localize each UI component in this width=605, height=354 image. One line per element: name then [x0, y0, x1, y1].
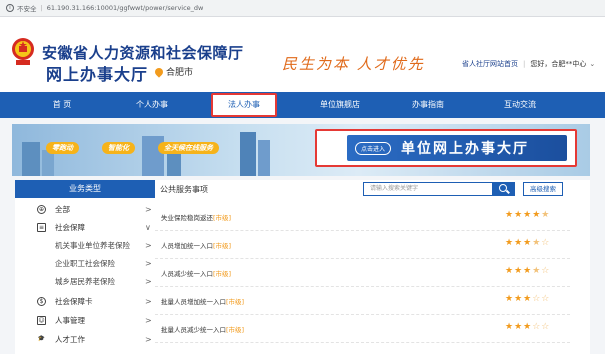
user-greeting[interactable]: 您好，合肥**中心: [530, 59, 586, 69]
site-title: 安徽省人力资源和社会保障厅: [42, 44, 244, 62]
corporate-hall-entry[interactable]: 点击进入 单位网上办事大厅: [315, 129, 577, 167]
sidebar-subitem-enterprise-insurance[interactable]: 企业职工社会保险 >: [15, 254, 155, 272]
chevron-right-icon: >: [145, 258, 152, 268]
info-icon[interactable]: i: [6, 4, 14, 12]
browser-address-bar[interactable]: i 不安全 | 61.190.31.166:10001/ggfwwt/power…: [0, 0, 605, 17]
sidebar-item-talent[interactable]: 🎓 人才工作 >: [15, 330, 155, 348]
nav-guide[interactable]: 办事指南: [388, 92, 468, 118]
rating-stars: ★★★☆☆: [505, 294, 551, 304]
search-input[interactable]: 请输入搜索关键字: [363, 182, 493, 196]
nav-home[interactable]: 首 页: [22, 92, 102, 118]
section-title: 公共服务事项: [160, 185, 208, 194]
sidebar-item-label: 社会保障: [55, 222, 85, 232]
chevron-down-icon[interactable]: ⌄: [589, 60, 595, 68]
security-label: 不安全: [17, 5, 37, 13]
location-pin-icon: [153, 65, 165, 78]
sidebar-item-social-security[interactable]: ≡ 社会保障 ∨: [15, 218, 155, 236]
service-row[interactable]: 人员减少统一入口[市级] ★★★★☆: [155, 259, 570, 287]
person-icon: ☺: [37, 315, 46, 325]
rating-stars: ★★★★★: [505, 210, 551, 220]
sidebar-item-label: 人事管理: [55, 315, 85, 325]
sidebar-item-ssc-card[interactable]: $ 社会保障卡 >: [15, 292, 155, 310]
service-row[interactable]: 批量人员减少统一入口[市级] ★★★☆☆: [155, 315, 570, 343]
hall-button-panel: 点击进入 单位网上办事大厅: [347, 135, 567, 161]
nav-corporate[interactable]: 法人办事: [211, 93, 277, 117]
banner-tag: 零跑动: [46, 142, 79, 154]
ssc-card-icon: $: [37, 296, 46, 306]
nav-flagship[interactable]: 单位旗舰店: [300, 92, 380, 118]
service-name[interactable]: 人员减少统一入口[市级]: [161, 268, 231, 278]
slogan: 民生为本 人才优先: [282, 55, 425, 73]
sidebar-item-all[interactable]: ⊕ 全部 >: [15, 200, 155, 218]
sidebar-item-label: 社会保障卡: [55, 296, 93, 306]
banner-tag: 智能化: [102, 142, 135, 154]
chevron-right-icon: >: [145, 315, 152, 325]
home-link[interactable]: 省人社厅网站首页: [462, 59, 518, 69]
search-button[interactable]: [493, 182, 515, 196]
sidebar-item-personnel[interactable]: ☺ 人事管理 >: [15, 311, 155, 329]
sidebar-item-label: 人才工作: [55, 334, 85, 344]
chevron-right-icon: >: [145, 276, 152, 286]
card-icon: ≡: [37, 222, 46, 232]
sidebar-subitem-resident-pension[interactable]: 城乡居民养老保险 >: [15, 272, 155, 290]
banner: 零跑动 智能化 全天候在线服务 点击进入 单位网上办事大厅: [12, 124, 590, 176]
globe-icon: ⊕: [37, 204, 46, 214]
service-row[interactable]: 失业保险稳岗返还[市级] ★★★★★: [155, 203, 570, 231]
service-name[interactable]: 人员增加统一入口[市级]: [161, 240, 231, 250]
main-nav: 首 页 个人办事 法人办事 单位旗舰店 办事指南 互动交流: [0, 92, 605, 118]
building-graphic: [22, 142, 40, 176]
hall-title: 单位网上办事大厅: [401, 141, 530, 157]
advanced-search-button[interactable]: 高级搜索: [523, 182, 563, 196]
sidebar-item-label: 企业职工社会保险: [55, 258, 115, 268]
chevron-right-icon: >: [145, 240, 152, 250]
sidebar-subitem-gov-pension[interactable]: 机关事业单位养老保险 >: [15, 236, 155, 254]
service-list-panel: 公共服务事项 请输入搜索关键字 高级搜索 失业保险稳岗返还[市级] ★★★★★ …: [155, 180, 590, 354]
top-links: 省人社厅网站首页 | 您好，合肥**中心 ⌄: [462, 59, 595, 69]
rating-stars: ★★★★☆: [505, 266, 551, 276]
separator: |: [40, 4, 43, 12]
building-graphic: [240, 132, 256, 176]
service-name[interactable]: 批量人员减少统一入口[市级]: [161, 324, 244, 334]
rating-stars: ★★★★☆: [505, 238, 551, 248]
site-subtitle: 网上办事大厅: [46, 65, 149, 84]
city-label: 合肥市: [166, 68, 194, 78]
nav-interaction[interactable]: 互动交流: [480, 92, 560, 118]
nav-personal[interactable]: 个人办事: [112, 92, 192, 118]
sidebar-item-label: 机关事业单位养老保险: [55, 240, 130, 250]
service-name[interactable]: 批量人员增加统一入口[市级]: [161, 296, 244, 306]
service-name[interactable]: 失业保险稳岗返还[市级]: [161, 212, 231, 222]
graduation-icon: 🎓: [37, 334, 46, 342]
chevron-down-icon: ∨: [145, 222, 151, 232]
city-selector[interactable]: 合肥市: [153, 65, 194, 78]
banner-tag: 全天候在线服务: [158, 142, 219, 154]
service-row[interactable]: 批量人员增加统一入口[市级] ★★★☆☆: [155, 287, 570, 315]
category-header: 业务类型: [15, 180, 155, 198]
national-emblem-icon: [12, 38, 34, 65]
service-row[interactable]: 人员增加统一入口[市级] ★★★★☆: [155, 231, 570, 259]
divider: |: [523, 60, 526, 68]
category-sidebar: 业务类型 ⊕ 全部 > ≡ 社会保障 ∨ 机关事业单位养老保险 > 企业职工社会…: [15, 180, 155, 354]
sidebar-item-label: 全部: [55, 204, 70, 214]
chevron-right-icon: >: [145, 334, 152, 344]
site-header: 安徽省人力资源和社会保障厅 网上办事大厅 合肥市 民生为本 人才优先 省人社厅网…: [0, 17, 605, 92]
building-graphic: [258, 140, 270, 176]
url-text[interactable]: 61.190.31.166:10001/ggfwwt/power/service…: [47, 4, 204, 12]
chevron-right-icon: >: [145, 204, 152, 214]
sidebar-item-label: 城乡居民养老保险: [55, 276, 115, 286]
rating-stars: ★★★☆☆: [505, 322, 551, 332]
enter-button[interactable]: 点击进入: [355, 141, 392, 155]
chevron-right-icon: >: [145, 296, 152, 306]
